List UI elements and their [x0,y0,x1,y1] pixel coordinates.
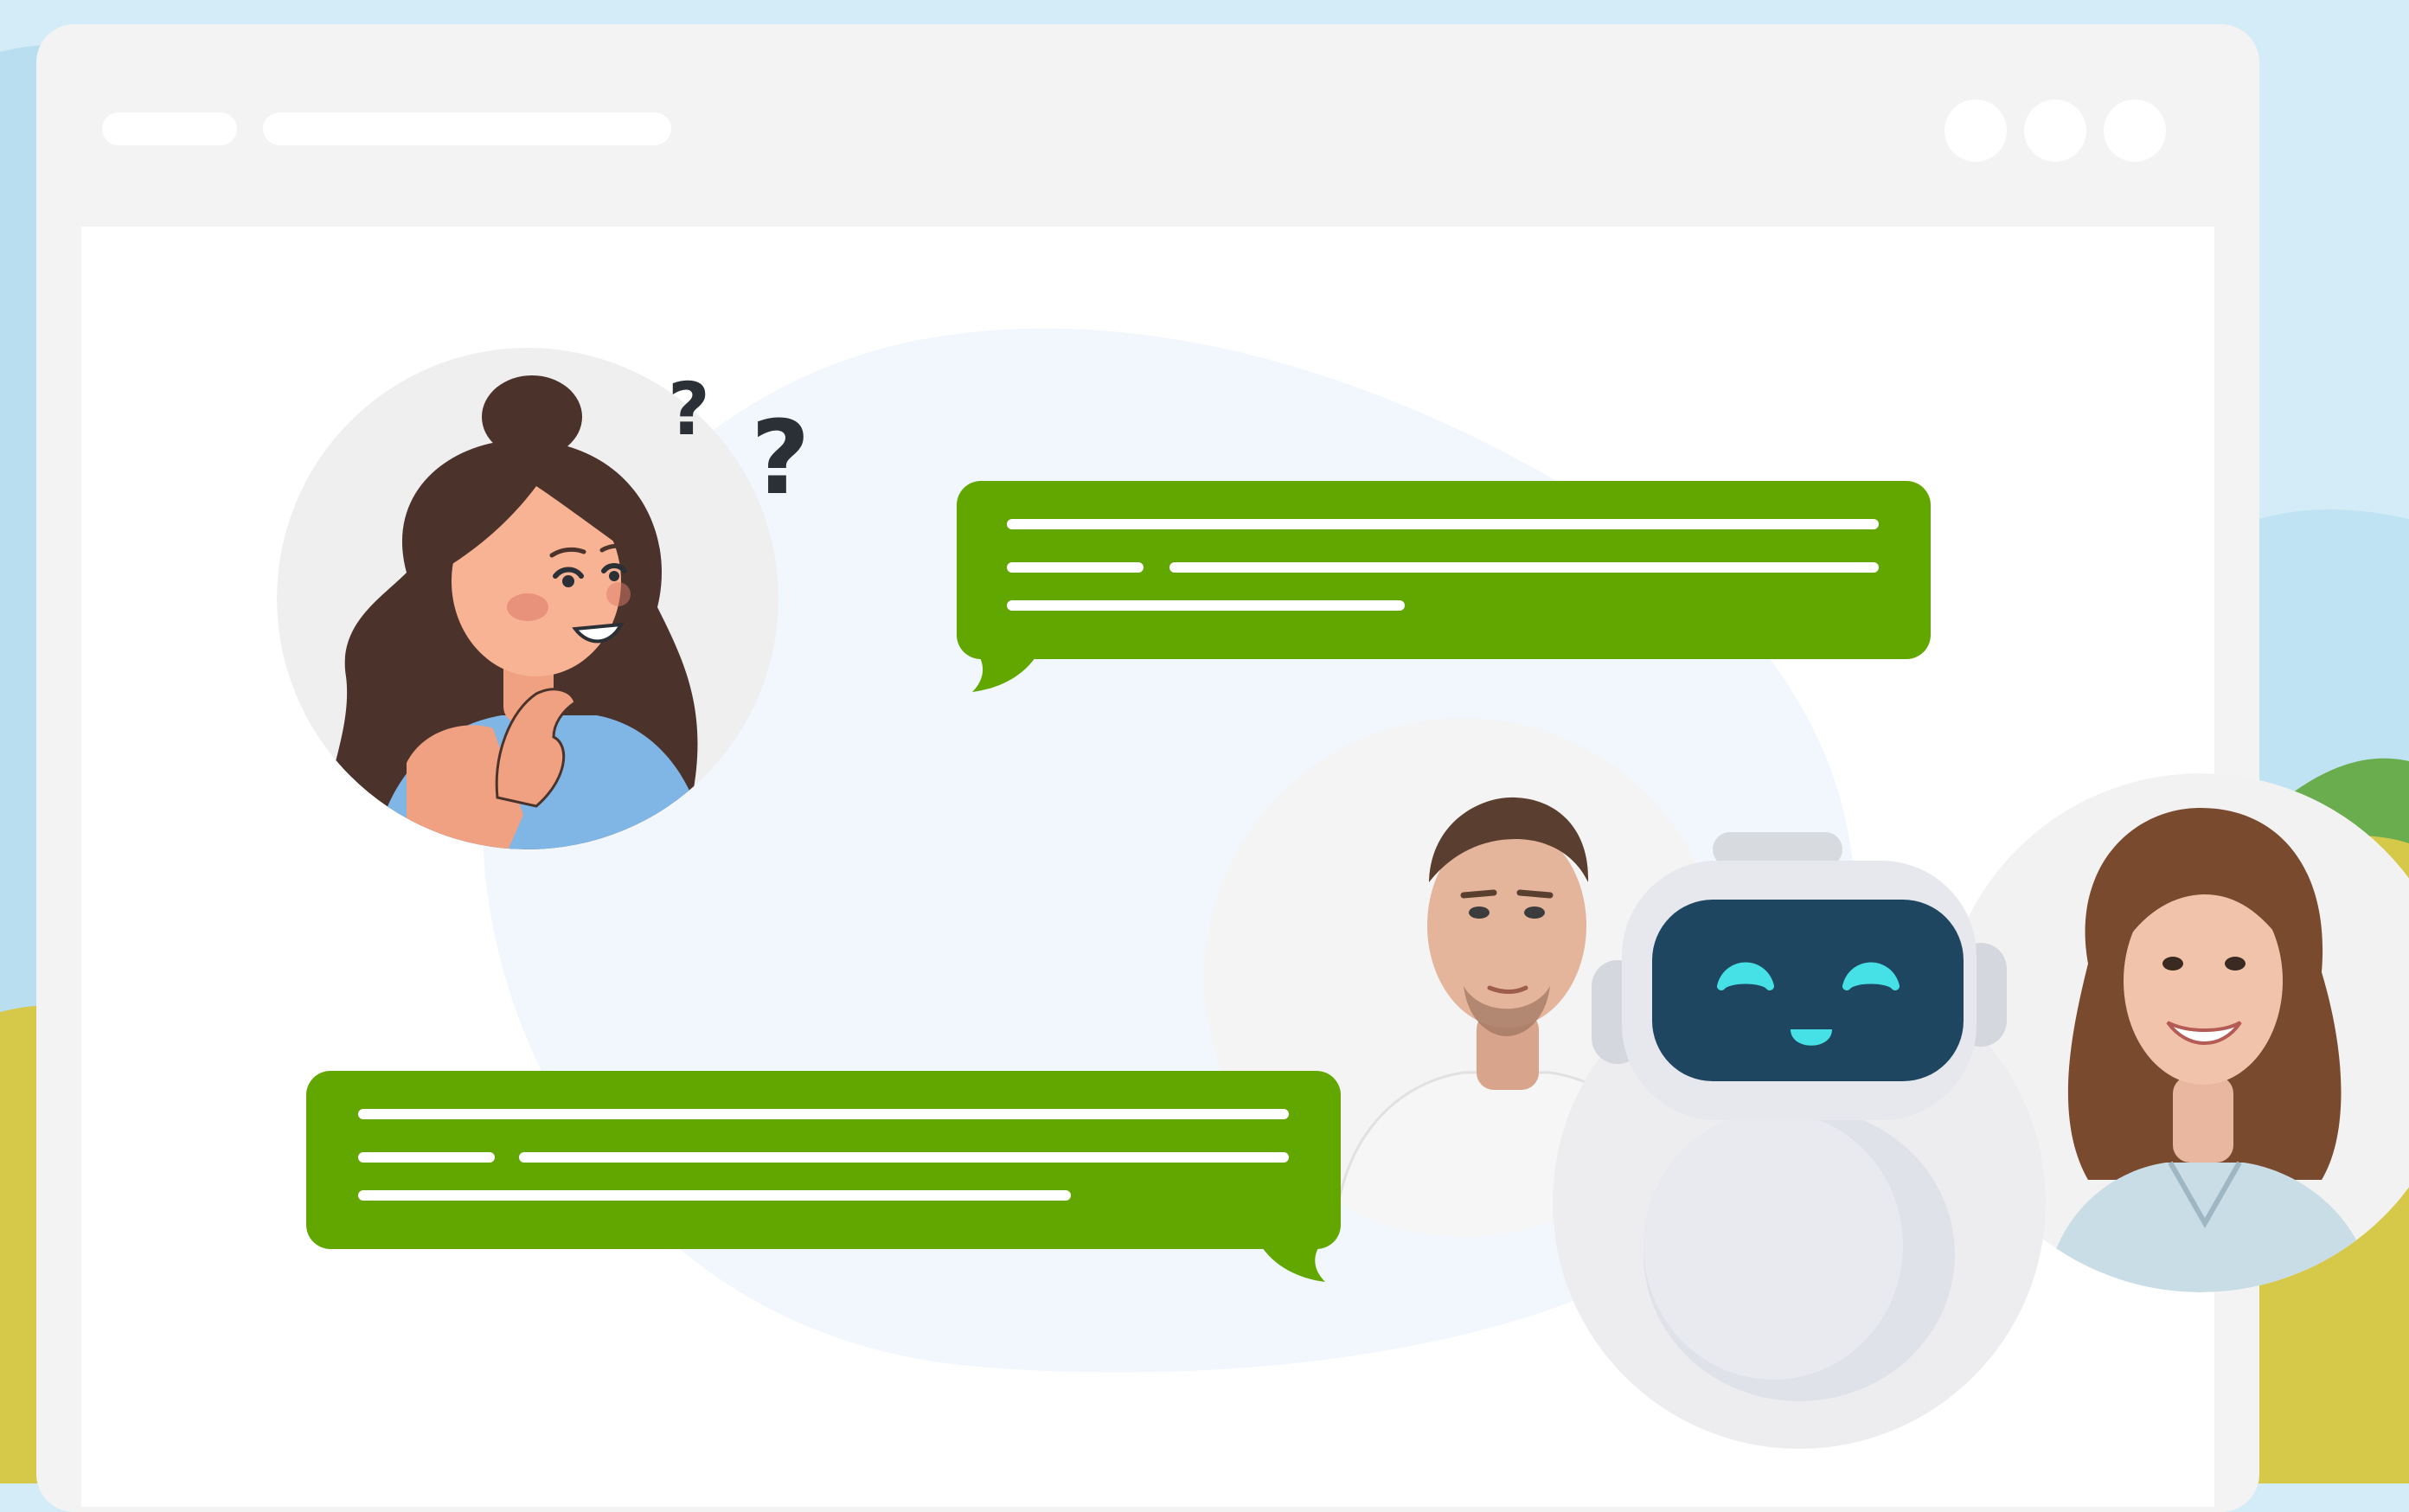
message-text-line [519,1152,1289,1163]
message-text-line [1169,562,1879,573]
scene: ? ? [0,0,2409,1512]
message-text-line [1007,519,1879,529]
chat-bubble-incoming [957,481,1931,697]
chat-bubble-reply [306,1071,1341,1287]
message-text-line [358,1152,495,1163]
question-mark-icon: ? [668,367,710,452]
message-text-line [358,1190,1071,1201]
message-text-line [358,1109,1289,1119]
message-text-line [1007,600,1405,611]
message-text-line [1007,562,1144,573]
question-mark-icon: ? [751,398,810,517]
chatbot-robot-icon [1553,832,2046,1449]
